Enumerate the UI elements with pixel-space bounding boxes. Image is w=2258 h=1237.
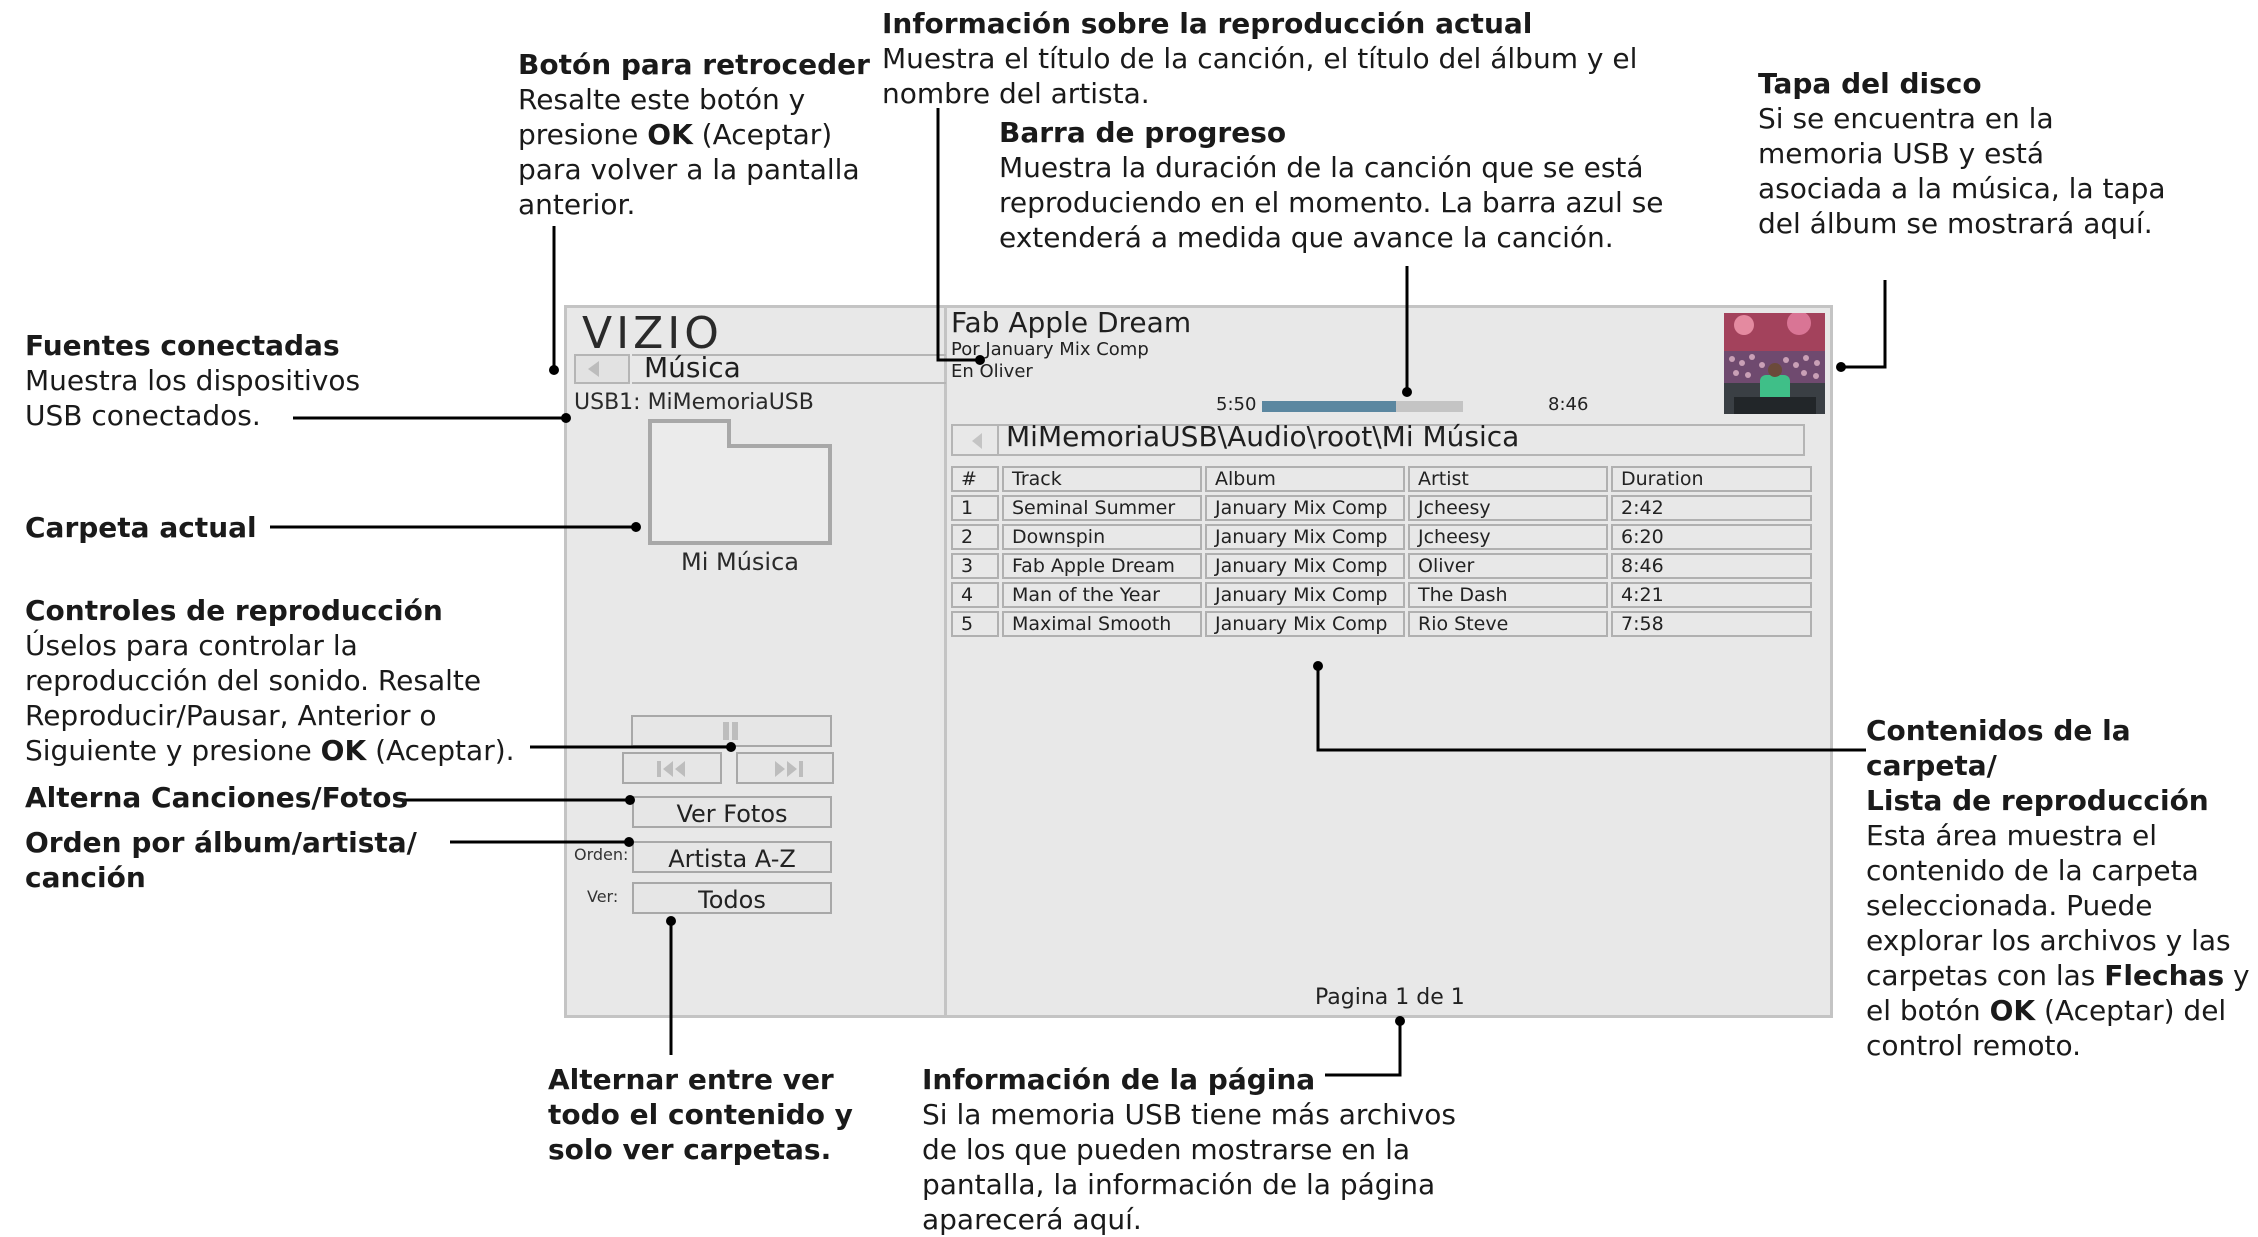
annotation-text: USB conectados. [25, 399, 261, 432]
annotation-title: Contenidos de la carpeta/ [1866, 714, 2131, 782]
annotation-text: Esta área muestra el [1866, 819, 2158, 852]
annotation-text: carpetas con las Flechas y [1866, 959, 2250, 992]
annotation-album-cover: Tapa del disco Si se encuentra en la mem… [1758, 66, 2166, 241]
annotation-title: Botón para retroceder [518, 48, 870, 81]
annotation-text: asociada a la música, la tapa [1758, 172, 2166, 205]
annotation-title: Orden por álbum/artista/ [25, 826, 417, 859]
annotation-text: Resalte este botón y [518, 83, 806, 116]
annotation-now-playing: Información sobre la reproducción actual… [882, 6, 1637, 111]
annotation-text: pantalla, la información de la página [922, 1168, 1436, 1201]
annotation-text: reproducción del sonido. Resalte [25, 664, 482, 697]
annotation-page-info: Información de la página Si la memoria U… [922, 1062, 1456, 1237]
annotation-text: Úselos para controlar la [25, 629, 358, 662]
annotation-text: Si la memoria USB tiene más archivos [922, 1098, 1456, 1131]
annotation-progress-bar: Barra de progreso Muestra la duración de… [999, 115, 1664, 255]
annotation-text: memoria USB y está [1758, 137, 2045, 170]
annotation-title: Fuentes conectadas [25, 329, 340, 362]
annotation-text: Siguiente y presione OK (Aceptar). [25, 734, 515, 767]
annotation-title: Barra de progreso [999, 116, 1287, 149]
annotation-text: nombre del artista. [882, 77, 1150, 110]
annotation-text: seleccionada. Puede [1866, 889, 2153, 922]
annotation-title: canción [25, 861, 146, 894]
annotation-text: Muestra la duración de la canción que se… [999, 151, 1644, 184]
annotation-title: Carpeta actual [25, 511, 257, 544]
annotation-folder-contents: Contenidos de la carpeta/ Lista de repro… [1866, 713, 2258, 1063]
annotation-text: control remoto. [1866, 1029, 2082, 1062]
annotation-title: Alternar entre ver [548, 1063, 834, 1096]
annotation-title: Controles de reproducción [25, 594, 443, 627]
annotation-title: Información sobre la reproducción actual [882, 7, 1533, 40]
annotation-text: Reproducir/Pausar, Anterior o [25, 699, 437, 732]
annotation-toggle-songs-photos: Alterna Canciones/Fotos [25, 780, 408, 815]
annotation-title: Lista de reproducción [1866, 784, 2209, 817]
annotation-title: Información de la página [922, 1063, 1316, 1096]
annotation-text: Muestra el título de la canción, el títu… [882, 42, 1638, 75]
annotation-text: el botón OK (Aceptar) del [1866, 994, 2227, 1027]
annotation-connected-sources: Fuentes conectadas Muestra los dispositi… [25, 328, 360, 433]
annotation-text: extenderá a medida que avance la canción… [999, 221, 1614, 254]
annotation-text: para volver a la pantalla [518, 153, 860, 186]
annotation-playback-controls: Controles de reproducción Úselos para co… [25, 593, 515, 768]
annotation-title: Tapa del disco [1758, 67, 1982, 100]
annotation-text: contenido de la carpeta [1866, 854, 2199, 887]
annotation-title: todo el contenido y [548, 1098, 853, 1131]
annotation-text: anterior. [518, 188, 636, 221]
annotation-text: presione OK (Aceptar) [518, 118, 833, 151]
annotation-text: aparecerá aquí. [922, 1203, 1142, 1236]
annotation-text: reproduciendo en el momento. La barra az… [999, 186, 1664, 219]
annotation-text: Muestra los dispositivos [25, 364, 361, 397]
annotation-current-folder: Carpeta actual [25, 510, 257, 545]
annotation-text: de los que pueden mostrarse en la [922, 1133, 1411, 1166]
annotation-title: Alterna Canciones/Fotos [25, 781, 409, 814]
annotation-view-toggle: Alternar entre ver todo el contenido y s… [548, 1062, 853, 1167]
annotation-text: del álbum se mostrará aquí. [1758, 207, 2153, 240]
annotation-text: explorar los archivos y las [1866, 924, 2231, 957]
annotation-back-button: Botón para retroceder Resalte este botón… [518, 47, 870, 222]
annotation-title: solo ver carpetas. [548, 1133, 832, 1166]
annotation-text: Si se encuentra en la [1758, 102, 2054, 135]
annotation-sort-order: Orden por álbum/artista/ canción [25, 825, 417, 895]
